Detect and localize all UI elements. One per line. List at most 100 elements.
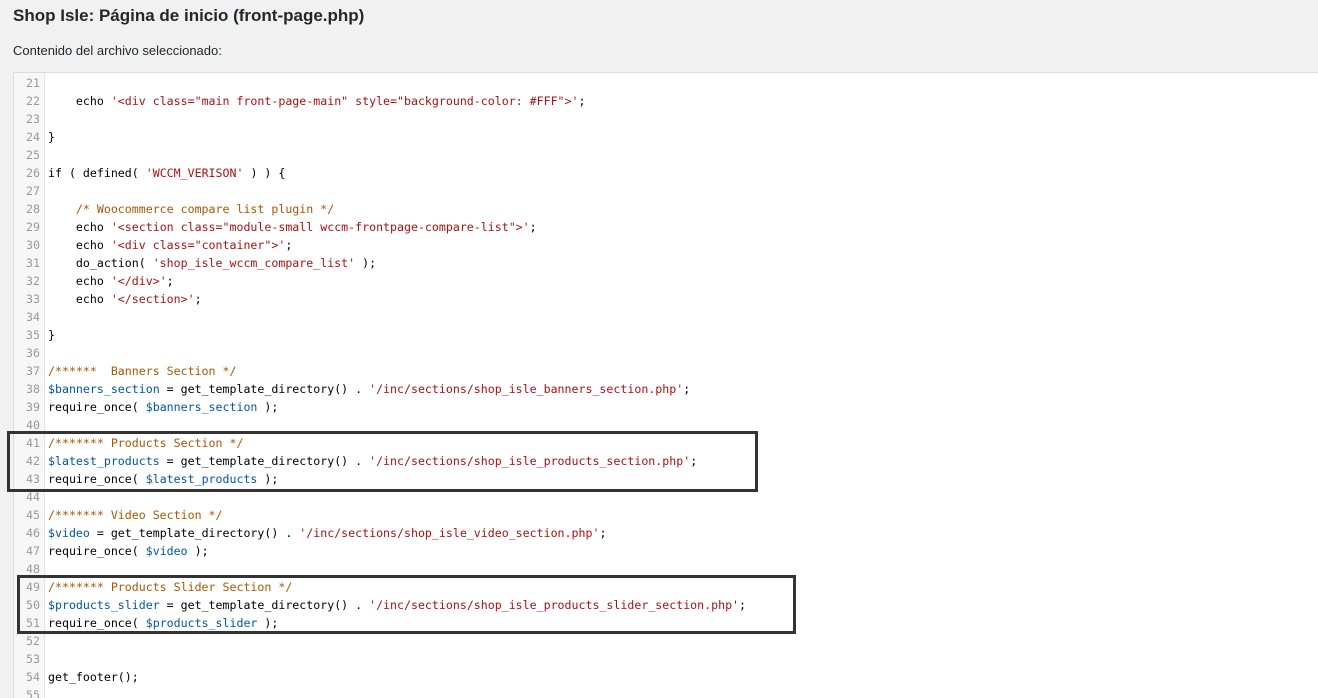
code-text: require_once( $video ); — [48, 542, 209, 560]
line-number: 48 — [26, 562, 40, 576]
line-number: 54 — [26, 670, 40, 684]
code-line[interactable]: 22 echo '<div class="main front-page-mai… — [14, 92, 1318, 110]
code-text: /******* Products Section */ — [48, 434, 243, 452]
line-number: 22 — [26, 94, 40, 108]
code-line[interactable]: 45 /******* Video Section */ — [14, 506, 1318, 524]
code-lines[interactable]: 21 22 echo '<div class="main front-page-m… — [14, 74, 1318, 698]
code-line[interactable]: 40 — [14, 416, 1318, 434]
code-text: require_once( $latest_products ); — [48, 470, 278, 488]
code-line[interactable]: 34 — [14, 308, 1318, 326]
code-token-str: '/inc/sections/shop_isle_video_section.p… — [299, 526, 600, 540]
line-number: 30 — [26, 238, 40, 252]
line-number: 38 — [26, 382, 40, 396]
line-number: 41 — [26, 436, 40, 450]
code-text: echo '<div class="container">'; — [48, 236, 292, 254]
code-editor[interactable]: 21 22 echo '<div class="main front-page-m… — [13, 72, 1318, 698]
code-text: } — [48, 128, 55, 146]
code-token-plain: echo — [48, 274, 111, 288]
code-line[interactable]: 30 echo '<div class="container">'; — [14, 236, 1318, 254]
code-text: echo '<section class="module-small wccm-… — [48, 218, 537, 236]
code-line[interactable]: 49 /******* Products Slider Section */ — [14, 578, 1318, 596]
code-line[interactable]: 55 — [14, 686, 1318, 698]
file-content-label: Contenido del archivo seleccionado: — [13, 43, 222, 58]
code-text: $video = get_template_directory() . '/in… — [48, 524, 606, 542]
line-number: 44 — [26, 490, 40, 504]
line-number: 23 — [26, 112, 40, 126]
code-text: echo '</section>'; — [48, 290, 202, 308]
code-line[interactable]: 28 /* Woocommerce compare list plugin */ — [14, 200, 1318, 218]
code-line[interactable]: 25 — [14, 146, 1318, 164]
line-number: 37 — [26, 364, 40, 378]
line-number: 45 — [26, 508, 40, 522]
code-token-var: $banners_section — [145, 400, 258, 414]
line-number: 24 — [26, 130, 40, 144]
code-line[interactable]: 41 /******* Products Section */ — [14, 434, 1318, 452]
code-line[interactable]: 26 if ( defined( 'WCCM_VERISON' ) ) { — [14, 164, 1318, 182]
code-line[interactable]: 48 — [14, 560, 1318, 578]
line-number: 34 — [26, 310, 40, 324]
code-line[interactable]: 52 — [14, 632, 1318, 650]
code-text: do_action( 'shop_isle_wccm_compare_list'… — [48, 254, 376, 272]
code-line[interactable]: 35} — [14, 326, 1318, 344]
code-token-plain: do_action( — [48, 256, 153, 270]
code-line[interactable]: 43 require_once( $latest_products ); — [14, 470, 1318, 488]
code-token-plain: ); — [257, 616, 279, 630]
code-token-plain: ; — [285, 238, 293, 252]
code-token-com: /******* Video Section */ — [48, 508, 223, 522]
line-number: 43 — [26, 472, 40, 486]
code-line[interactable]: 27 — [14, 182, 1318, 200]
code-line[interactable]: 47 require_once( $video ); — [14, 542, 1318, 560]
code-line[interactable]: 29 echo '<section class="module-small wc… — [14, 218, 1318, 236]
code-token-str: '/inc/sections/shop_isle_banners_section… — [369, 382, 684, 396]
page-title: Shop Isle: Página de inicio (front-page.… — [13, 6, 365, 25]
line-number: 21 — [26, 76, 40, 90]
code-token-str: '/inc/sections/shop_isle_products_sectio… — [369, 454, 691, 468]
code-token-str: '<section class="module-small wccm-front… — [110, 220, 530, 234]
code-token-plain: ; — [690, 454, 698, 468]
code-token-var: $video — [145, 544, 188, 558]
code-token-var: $products_slider — [145, 616, 258, 630]
code-line[interactable]: 37 /****** Banners Section */ — [14, 362, 1318, 380]
code-token-plain: ; — [739, 598, 747, 612]
line-number: 51 — [26, 616, 40, 630]
line-number: 32 — [26, 274, 40, 288]
code-token-plain: = get_template_directory() . — [89, 526, 300, 540]
code-token-plain: require_once( — [48, 616, 146, 630]
code-text: /* Woocommerce compare list plugin */ — [48, 200, 334, 218]
code-line[interactable]: 46 $video = get_template_directory() . '/… — [14, 524, 1318, 542]
code-token-com: /******* Products Section */ — [48, 436, 244, 450]
code-line[interactable]: 21 — [14, 74, 1318, 92]
code-line[interactable]: 33 echo '</section>'; — [14, 290, 1318, 308]
code-line[interactable]: 36 — [14, 344, 1318, 362]
code-line[interactable]: 39 require_once( $banners_section ); — [14, 398, 1318, 416]
code-token-plain: ) ) { — [243, 166, 286, 180]
code-line[interactable]: 50 $products_slider = get_template_direct… — [14, 596, 1318, 614]
code-token-plain: ; — [529, 220, 537, 234]
line-number: 33 — [26, 292, 40, 306]
line-number: 49 — [26, 580, 40, 594]
code-line[interactable]: 51 require_once( $products_slider ); — [14, 614, 1318, 632]
code-line[interactable]: 23 — [14, 110, 1318, 128]
code-token-str: '<div class="container">' — [110, 238, 286, 252]
code-token-plain: ; — [194, 292, 202, 306]
code-line[interactable]: 42 $latest_products = get_template_direct… — [14, 452, 1318, 470]
code-line[interactable]: 44 — [14, 488, 1318, 506]
code-token-plain: = get_template_directory() . — [159, 382, 370, 396]
line-number: 42 — [26, 454, 40, 468]
code-token-plain: echo — [48, 220, 111, 234]
code-line[interactable]: 31 do_action( 'shop_isle_wccm_compare_li… — [14, 254, 1318, 272]
code-token-plain: get_footer(); — [48, 670, 139, 684]
code-text: /****** Banners Section */ — [48, 362, 236, 380]
code-line[interactable]: 53 — [14, 650, 1318, 668]
code-text: require_once( $banners_section ); — [48, 398, 278, 416]
code-line[interactable]: 32 echo '</div>'; — [14, 272, 1318, 290]
code-token-plain: = get_template_directory() . — [159, 454, 370, 468]
code-line[interactable]: 24} — [14, 128, 1318, 146]
code-text: $latest_products = get_template_director… — [48, 452, 697, 470]
line-number: 25 — [26, 148, 40, 162]
code-line[interactable]: 38 $banners_section = get_template_direct… — [14, 380, 1318, 398]
code-token-plain: echo — [48, 238, 111, 252]
code-token-str: 'shop_isle_wccm_compare_list' — [152, 256, 356, 270]
code-line[interactable]: 54 get_footer(); — [14, 668, 1318, 686]
